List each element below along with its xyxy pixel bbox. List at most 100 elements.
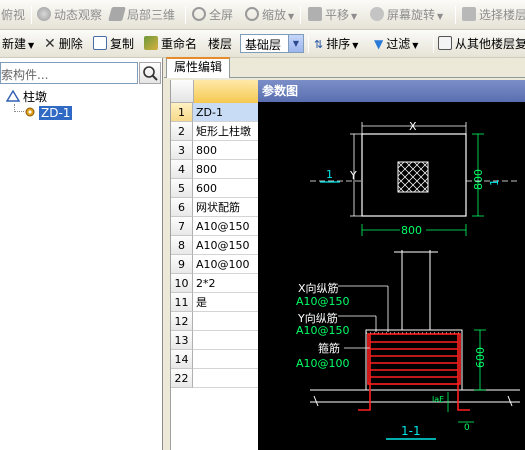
search-icon — [143, 66, 158, 81]
zero-label: 0 — [464, 423, 470, 433]
rename-button[interactable]: 重命名 — [144, 35, 197, 53]
property-value-cell[interactable]: ZD-1 — [193, 103, 259, 122]
row-number[interactable]: 9 — [171, 255, 193, 274]
diagram-svg: X Y 800 800 1 1 600 X向纵筋 A10@150 Y向纵筋 A1… — [296, 120, 520, 440]
toolbar-divider — [308, 35, 309, 53]
tab-property-edit[interactable]: 属性编辑 — [166, 57, 230, 78]
copy-icon — [93, 36, 107, 50]
section-view: 600 X向纵筋 A10@150 Y向纵筋 A10@150 箍筋 A10@100… — [296, 250, 520, 440]
property-value-cell[interactable]: 800 — [193, 141, 259, 160]
sort-icon: ⇅ — [314, 38, 324, 51]
property-value-cell[interactable]: 2*2 — [193, 274, 259, 293]
property-value-cell[interactable]: 矩形上柱墩 — [193, 122, 259, 141]
property-value-cell[interactable] — [193, 331, 259, 350]
sort-button[interactable]: ⇅ 排序 ▼ — [314, 35, 358, 53]
lae-label: laE — [432, 395, 444, 404]
component-group-icon — [5, 89, 21, 102]
fullscreen-icon — [192, 7, 206, 21]
zoom-button[interactable]: 缩放 ▼ — [245, 6, 294, 24]
row-number[interactable]: 4 — [171, 160, 193, 179]
pan-icon — [308, 7, 322, 21]
floor-label: 楼层 — [208, 37, 233, 51]
property-value-cell[interactable] — [193, 369, 259, 388]
pan-button[interactable]: 平移 ▼ — [308, 6, 357, 24]
new-button[interactable]: 新建 ▼ — [2, 35, 34, 53]
view-toolbar: 俯视 动态观察 局部三维 全屏 缩放 ▼ 平移 ▼ 屏幕旋转 ▼ 选择楼层 — [0, 0, 525, 30]
chevron-down-icon: ▼ — [288, 35, 303, 52]
section-height-value: 600 — [474, 347, 487, 368]
row-number[interactable]: 13 — [171, 331, 193, 350]
property-value-cell[interactable]: A10@150 — [193, 217, 259, 236]
property-value-cell[interactable] — [193, 350, 259, 369]
toolbar-divider — [185, 6, 186, 24]
tree-connector — [14, 104, 24, 112]
copy-from-floor-button[interactable]: 从其他楼层复 — [438, 35, 525, 53]
local-3d-button[interactable]: 局部三维 — [108, 6, 175, 24]
diagram-title: 参数图 — [258, 80, 525, 102]
row-number[interactable]: 12 — [171, 312, 193, 331]
section-marker-right: 1 — [488, 179, 501, 186]
toolbar-divider — [31, 6, 32, 24]
property-grid: 1 ZD-1 2 矩形上柱墩 3 800 4 800 5 600 6 网状配筋 7 A10@150 8 A10… — [170, 80, 259, 450]
row-number[interactable]: 6 — [171, 198, 193, 217]
property-value-cell[interactable]: 网状配筋 — [193, 198, 259, 217]
stirrup-value: A10@100 — [296, 357, 350, 370]
fullscreen-button[interactable]: 全屏 — [192, 6, 233, 24]
section-marker-left: 1 — [326, 168, 333, 181]
screen-rotate-button[interactable]: 屏幕旋转 ▼ — [370, 6, 443, 24]
filter-icon: ▼ — [374, 37, 384, 51]
orbit-button[interactable]: 动态观察 — [37, 6, 102, 24]
filter-button[interactable]: ▼ 过滤 ▼ — [374, 35, 418, 53]
plan-y-label: Y — [349, 169, 357, 182]
row-number[interactable]: 1 — [171, 103, 193, 122]
plan-x-label: X — [409, 120, 417, 133]
row-number[interactable]: 8 — [171, 236, 193, 255]
search-button[interactable] — [139, 62, 161, 84]
row-number[interactable]: 2 — [171, 122, 193, 141]
y-bar-label: Y向纵筋 — [297, 311, 338, 325]
tree-node-root[interactable]: 柱墩 — [5, 89, 47, 105]
property-value-cell[interactable]: 是 — [193, 293, 259, 312]
property-value-cell[interactable]: 600 — [193, 179, 259, 198]
row-number[interactable]: 14 — [171, 350, 193, 369]
grid-header-value-column[interactable] — [193, 80, 259, 103]
row-number[interactable]: 11 — [171, 293, 193, 312]
x-bar-value: A10@150 — [296, 295, 350, 308]
property-value-cell[interactable]: A10@150 — [193, 236, 259, 255]
close-icon: ✕ — [44, 36, 56, 52]
plan-height-value: 800 — [472, 169, 485, 190]
top-view-button[interactable]: 俯视 — [0, 6, 25, 24]
copy-floor-icon — [438, 36, 452, 50]
plan-width-value: 800 — [401, 224, 422, 237]
orbit-icon — [37, 7, 51, 21]
gear-icon — [25, 107, 35, 117]
rename-icon — [144, 36, 158, 50]
select-floor-icon — [462, 7, 476, 21]
row-number[interactable]: 5 — [171, 179, 193, 198]
parameter-diagram: X Y 800 800 1 1 600 X向纵筋 A10@150 Y向纵筋 A1… — [258, 102, 525, 450]
toolbar-divider — [433, 35, 434, 53]
copy-button[interactable]: 复制 — [93, 35, 134, 53]
delete-button[interactable]: ✕ 删除 — [44, 35, 83, 53]
row-number[interactable]: 22 — [171, 369, 193, 388]
select-floor-button[interactable]: 选择楼层 — [462, 6, 525, 24]
local-3d-icon — [108, 7, 126, 21]
property-value-cell[interactable] — [193, 312, 259, 331]
toolbar-divider — [300, 6, 301, 24]
property-value-cell[interactable]: 800 — [193, 160, 259, 179]
row-number[interactable]: 3 — [171, 141, 193, 160]
row-number[interactable]: 10 — [171, 274, 193, 293]
zoom-icon — [245, 7, 259, 21]
screen-rotate-icon — [370, 7, 384, 21]
tree-node-zd-1[interactable]: ZD-1 — [24, 105, 73, 121]
x-bar-label: X向纵筋 — [298, 281, 339, 295]
toolbar-divider — [455, 6, 456, 24]
grid-header — [171, 80, 259, 103]
floor-select[interactable]: 基础层 ▼ — [240, 34, 304, 53]
component-toolbar: 新建 ▼ ✕ 删除 复制 重命名 楼层 基础层 ▼ ⇅ 排序 ▼ ▼ 过滤 ▼ 从其他楼层复 — [0, 30, 525, 58]
row-number[interactable]: 7 — [171, 217, 193, 236]
stirrup-label: 箍筋 — [318, 341, 340, 355]
search-input[interactable]: 搜索构件... — [0, 62, 138, 84]
section-name: 1-1 — [401, 424, 421, 438]
property-value-cell[interactable]: A10@100 — [193, 255, 259, 274]
